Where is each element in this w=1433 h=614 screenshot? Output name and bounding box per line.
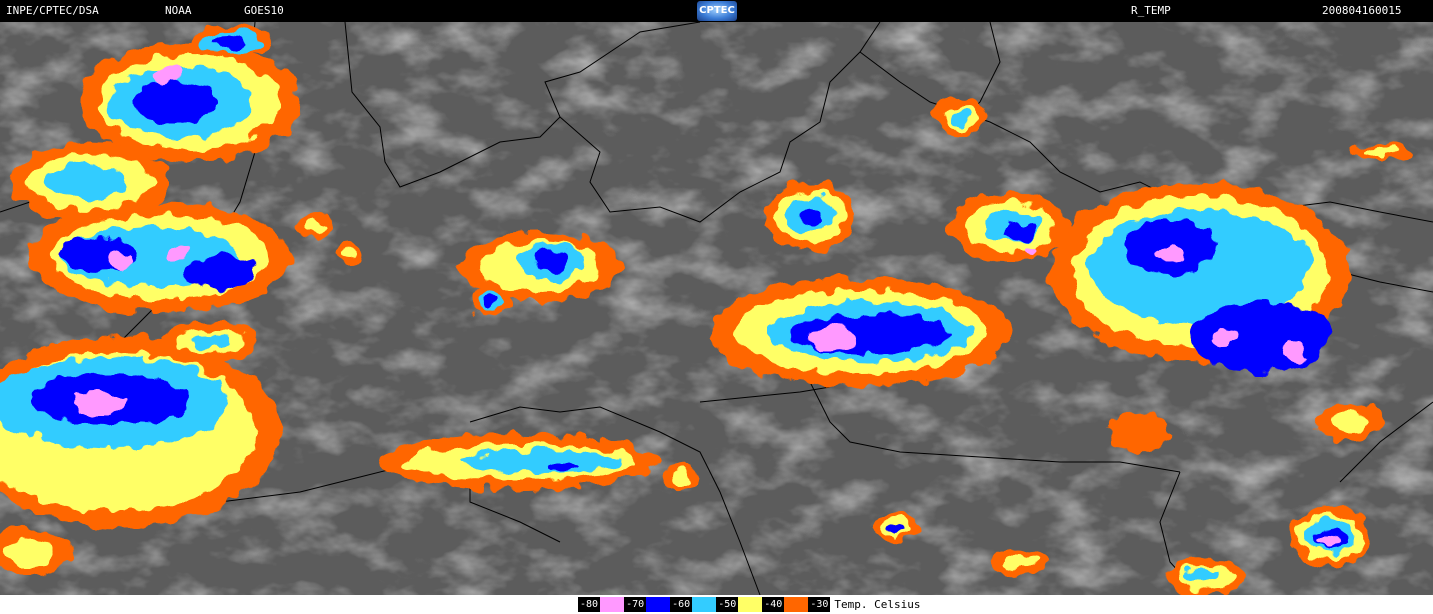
legend-label: -40: [762, 597, 785, 612]
legend-label: -80: [578, 597, 601, 612]
legend-swatch: [784, 597, 809, 612]
legend-label: -60: [670, 597, 693, 612]
cptec-logo: CPTEC: [697, 1, 737, 21]
legend-item: -40: [762, 595, 809, 614]
legend-swatch: [600, 597, 625, 612]
legend-label: -30: [808, 597, 831, 612]
legend-item: -50: [716, 595, 763, 614]
ir-image: [0, 22, 1433, 595]
legend-row: -80 -70 -60 -50 -40 -30 Temp. Celsius: [578, 595, 920, 614]
legend-swatch: [692, 597, 717, 612]
organization-label: INPE/CPTEC/DSA: [6, 4, 99, 17]
product-label: R_TEMP: [1131, 4, 1171, 17]
timestamp-label: 200804160015: [1322, 4, 1402, 17]
header-bar: INPE/CPTEC/DSA NOAA GOES10 CPTEC R_TEMP …: [0, 0, 1433, 22]
legend-label: -70: [624, 597, 647, 612]
agency-label: NOAA: [165, 4, 192, 17]
legend-swatch: [646, 597, 671, 612]
legend-item: -80: [578, 595, 625, 614]
legend-label: -50: [716, 597, 739, 612]
legend-swatch: [738, 597, 763, 612]
legend-item: -60: [670, 595, 717, 614]
legend-item: -30: [808, 595, 831, 614]
satellite-map: [0, 22, 1433, 595]
legend-title: Temp. Celsius: [834, 598, 921, 611]
legend-item: -70: [624, 595, 671, 614]
temperature-legend: -80 -70 -60 -50 -40 -30 Temp. Celsius: [0, 595, 1433, 614]
satellite-label: GOES10: [244, 4, 284, 17]
